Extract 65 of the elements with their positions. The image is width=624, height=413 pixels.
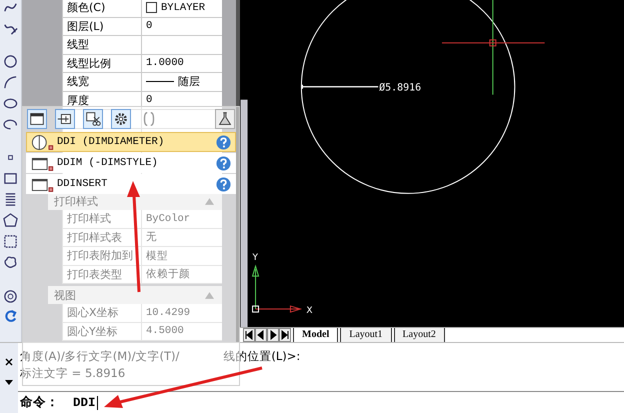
property-label: 线型 (67, 37, 89, 52)
property-value: 1.0000 (146, 57, 184, 70)
last-icon[interactable] (279, 328, 291, 342)
command-suggestion[interactable]: DDI (DIMDIAMETER) (26, 132, 236, 152)
property-value: 随层 (178, 74, 200, 90)
property-label: 打印样式 (67, 211, 111, 226)
axis-label: X (306, 306, 313, 316)
undo-icon[interactable] (3, 309, 18, 324)
property-label: 打印表附加到 (67, 248, 133, 264)
close-icon[interactable] (4, 357, 14, 367)
command-suggestion[interactable]: DDINSERT (26, 174, 236, 194)
previous-icon[interactable] (255, 328, 267, 342)
ellipse-icon[interactable] (3, 96, 18, 111)
next-icon[interactable] (267, 328, 279, 342)
ellipse-arc-icon[interactable] (3, 117, 18, 132)
command-prompt: 命令： (20, 394, 59, 411)
property-label: 打印样式表 (67, 230, 122, 245)
diameter-icon (31, 134, 55, 150)
help-icon[interactable] (216, 156, 231, 170)
layout-tab[interactable]: Model (293, 328, 338, 342)
property-label: 图层(L) (67, 18, 104, 34)
property-value: 10.4299 (146, 306, 190, 319)
property-value: ByColor (146, 212, 190, 225)
arc-icon[interactable] (3, 75, 18, 90)
property-label: 线宽 (67, 74, 89, 90)
insert-icon[interactable] (55, 109, 75, 129)
cloud-icon[interactable] (3, 255, 18, 270)
help-icon[interactable] (216, 134, 231, 150)
property-value: 依赖于颜 (146, 267, 190, 282)
scroll-bar[interactable] (236, 0, 240, 342)
hatch-icon[interactable] (3, 234, 18, 249)
polygon-icon[interactable] (3, 213, 18, 228)
property-label: 圆心Y坐标 (67, 324, 118, 339)
property-value: 0 (146, 20, 152, 32)
donut-icon[interactable] (3, 288, 18, 303)
property-value: BYLAYER (161, 2, 206, 14)
scroll-bar[interactable] (240, 100, 248, 327)
property-value: 4.5000 (146, 325, 184, 338)
property-label: 厚度 (67, 92, 89, 108)
ucs-icon (252, 264, 302, 313)
property-label: 打印表类型 (67, 266, 122, 282)
command-suggestion[interactable]: DDIM (-DIMSTYLE) (26, 153, 236, 173)
rectangle-icon[interactable] (3, 171, 18, 186)
axis-label: Y (252, 253, 258, 264)
dimension-text: Ø5.8916 (379, 82, 422, 94)
first-icon[interactable] (243, 328, 255, 342)
property-label: 圆心X坐标 (67, 305, 119, 320)
lineweight-sample (146, 81, 174, 82)
circle-icon[interactable] (3, 54, 18, 69)
layout-tab[interactable]: Layout1 (340, 328, 392, 342)
help-icon[interactable] (216, 176, 231, 192)
scissors-icon[interactable] (83, 109, 103, 129)
property-value: 无 (146, 230, 157, 244)
flask-icon[interactable] (215, 109, 235, 129)
layout-tab[interactable]: Layout2 (394, 328, 445, 342)
property-label: 颜色(C) (67, 0, 106, 16)
property-value: 0 (146, 94, 152, 106)
dropdown-icon[interactable] (4, 377, 14, 387)
property-value: 模型 (146, 250, 168, 263)
drawing-canvas[interactable]: Ø5.8916 Y X (240, 0, 624, 327)
property-label: 线型比例 (67, 56, 111, 71)
window-icon[interactable] (27, 109, 47, 129)
command-input-field[interactable]: DDI (73, 396, 98, 410)
section-header[interactable]: 视图 (48, 286, 222, 304)
settings-icon[interactable] (111, 109, 131, 129)
